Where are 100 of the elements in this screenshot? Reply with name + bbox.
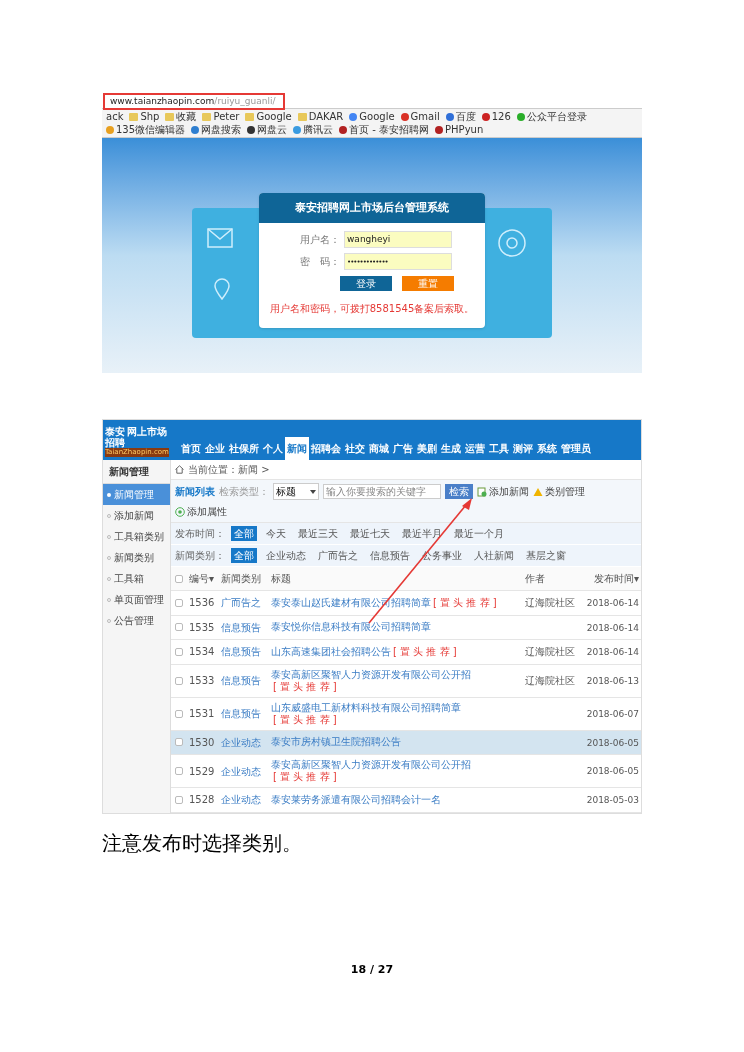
nav-tab[interactable]: 系统 [535, 437, 559, 460]
bookmark[interactable]: ack [106, 110, 124, 123]
bookmark[interactable]: Gmail [410, 110, 440, 123]
table-cell: 2018-06-14 [586, 622, 639, 633]
page-number: 18 / 27 [349, 962, 395, 978]
bookmark[interactable]: Shp [140, 110, 160, 123]
toolbar-link[interactable]: 添加新闻 [489, 484, 529, 499]
bookmark[interactable]: PHPyun [445, 123, 484, 136]
bookmark[interactable]: Peter [213, 110, 240, 123]
sidebar-item[interactable]: 公告管理 [103, 610, 170, 631]
nav-tab[interactable]: 社保所 [227, 437, 261, 460]
sidebar-item[interactable]: 新闻类别 [103, 547, 170, 568]
bookmark[interactable]: Google [359, 110, 395, 123]
checkbox[interactable] [175, 647, 183, 656]
title-link[interactable]: 泰安莱劳务派遣有限公司招聘会计一名 [271, 793, 441, 805]
filter-option[interactable]: 最近半月 [399, 526, 445, 541]
checkbox[interactable] [175, 574, 183, 583]
bookmark[interactable]: 网盘云 [257, 123, 288, 136]
sidebar-item[interactable]: 添加新闻 [103, 505, 170, 526]
category-link[interactable]: 信息预告 [221, 621, 261, 633]
nav-tab[interactable]: 商城 [367, 437, 391, 460]
bookmark[interactable]: 126 [491, 110, 511, 123]
filter-option[interactable]: 全部 [231, 548, 257, 563]
bookmark[interactable]: 首页 - 泰安招聘网 [349, 123, 430, 136]
filter-option[interactable]: 基层之窗 [523, 548, 569, 563]
category-link[interactable]: 信息预告 [221, 708, 261, 719]
warning-icon [533, 486, 543, 497]
url-text: www.taianzhaopin.com/ruiyu_guanli/ [110, 94, 276, 108]
filter-option[interactable]: 今天 [263, 526, 289, 541]
nav-tab[interactable]: 社交 [343, 437, 367, 460]
title-link[interactable]: 山东高速集团社会招聘公告 [271, 645, 391, 657]
title-link[interactable]: 泰安高新区聚智人力资源开发有限公司公开招 [271, 668, 471, 680]
folder-icon [202, 112, 212, 121]
category-link[interactable]: 企业动态 [221, 736, 261, 748]
category-link[interactable]: 企业动态 [221, 765, 261, 777]
filter-option[interactable]: 全部 [231, 526, 257, 541]
bookmark[interactable]: 公众平台登录 [526, 110, 587, 123]
bookmark[interactable]: 腾讯云 [303, 123, 334, 136]
map-pin-icon [214, 278, 230, 300]
nav-tab[interactable]: 工具 [487, 437, 511, 460]
username-field[interactable]: wangheyi [344, 231, 452, 249]
filter-option[interactable]: 企业动态 [263, 548, 309, 563]
search-type-select[interactable]: 标题 [273, 483, 319, 500]
checkbox[interactable] [175, 795, 183, 804]
table-cell: 2018-06-05 [586, 737, 639, 748]
nav-tab[interactable]: 个人 [261, 437, 285, 460]
toolbar-link[interactable]: 类别管理 [545, 484, 585, 499]
nav-tab[interactable]: 管理员 [559, 437, 593, 460]
checkbox[interactable] [175, 598, 183, 607]
search-button[interactable]: 检索 [445, 484, 473, 499]
category-link[interactable]: 企业动态 [221, 794, 261, 806]
table-row[interactable]: 1530 企业动态 泰安市房村镇卫生院招聘公告 2018-06-05 [171, 730, 641, 755]
bookmark[interactable]: DAKAR [308, 110, 344, 123]
filter-option[interactable]: 最近七天 [347, 526, 393, 541]
checkbox[interactable] [175, 709, 183, 718]
checkbox[interactable] [175, 767, 183, 775]
bookmark[interactable]: 收藏 [176, 110, 197, 123]
dialog-title: 泰安招聘网上市场后台管理系统 [259, 192, 485, 224]
nav-tab[interactable]: 广告 [391, 437, 415, 460]
sidebar-item[interactable]: 单页面管理 [103, 589, 170, 610]
title-link[interactable]: 山东威盛电工新材料科技有限公司招聘简章 [271, 701, 461, 713]
filter-option[interactable]: 广而告之 [315, 548, 361, 563]
login-button[interactable]: 登录 [340, 276, 392, 292]
title-link[interactable]: 泰安高新区聚智人力资源开发有限公司公开招 [271, 759, 471, 770]
filter-label: 发布时间： [175, 527, 225, 541]
filter-option[interactable]: 人社新闻 [471, 548, 517, 563]
checkbox[interactable] [175, 623, 183, 632]
bookmark[interactable]: 网盘搜索 [201, 123, 242, 136]
checkbox[interactable] [175, 676, 183, 685]
category-link[interactable]: 信息预告 [221, 675, 261, 686]
nav-tab[interactable]: 测评 [511, 437, 535, 460]
filter-option[interactable]: 信息预告 [367, 548, 413, 563]
sidebar-item[interactable]: 工具箱类别 [103, 526, 170, 547]
folder-icon [129, 112, 139, 121]
logo-text: 网上市场 [127, 426, 167, 437]
table-cell: 1535 [189, 621, 215, 633]
nav-tab[interactable]: 招聘会 [309, 437, 343, 460]
bookmark[interactable]: 135微信编辑器 [116, 123, 186, 136]
category-link[interactable]: 广而告之 [221, 597, 261, 609]
nav-tab[interactable]: 企业 [203, 437, 227, 460]
recommend-tag: [ 置 头 推 荐 ] [393, 645, 457, 657]
sidebar-item[interactable]: 工具箱 [103, 568, 170, 589]
nav-tab[interactable]: 美剧 [415, 437, 439, 460]
table-cell: 2018-06-07 [586, 708, 639, 719]
table-cell: 2018-05-03 [586, 795, 639, 805]
bookmark[interactable]: Google [256, 110, 292, 123]
toolbar-link[interactable]: 添加属性 [187, 504, 227, 519]
list-title: 新闻列表 [175, 485, 215, 499]
filter-option[interactable]: 最近三天 [295, 526, 341, 541]
title-link[interactable]: 泰安悦你信息科技有限公司招聘简章 [271, 621, 431, 633]
filter-option[interactable]: 最近一个月 [451, 526, 507, 541]
bookmark[interactable]: 百度 [455, 110, 476, 123]
checkbox[interactable] [175, 738, 183, 747]
nav-tab[interactable]: 首页 [179, 437, 203, 460]
title-link[interactable]: 泰安市房村镇卫生院招聘公告 [271, 736, 401, 748]
nav-tab[interactable]: 新闻 [285, 437, 309, 460]
nav-tab[interactable]: 生成 [439, 437, 463, 460]
nav-tab[interactable]: 运营 [463, 437, 487, 460]
category-link[interactable]: 信息预告 [221, 646, 261, 658]
search-field[interactable]: 输入你要搜索的关键字 [323, 484, 441, 499]
